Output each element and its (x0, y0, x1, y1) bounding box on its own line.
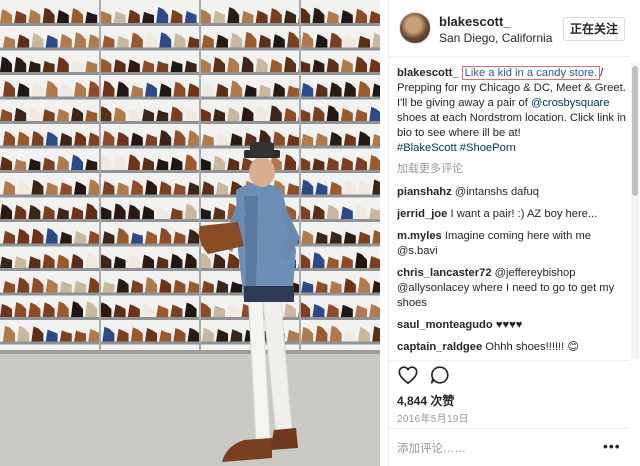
comment-username[interactable]: pianshahz (397, 186, 452, 198)
comment-username[interactable]: captain_raldgee (397, 341, 482, 353)
comments-feed[interactable]: blakescott_ Like a kid in a candy store.… (397, 66, 629, 356)
post-actions (397, 364, 629, 388)
scrollbar-thumb[interactable] (632, 66, 638, 196)
comments-list: pianshahz @intanshs dafuq jerrid_joe I wa… (397, 185, 629, 356)
comment-row: chris_lancaster72 @jeffereybishop @allys… (397, 266, 629, 311)
comment-row: m.myles Imagine coming here with me @s.b… (397, 229, 629, 259)
comment-row: captain_raldgee Ohhh shoes!!!!!! 😊 (397, 340, 629, 355)
comment-row: saul_monteagudo ♥♥♥♥ (397, 318, 629, 333)
comment-text: I want a pair! :) AZ boy here... (450, 208, 598, 220)
header-divider (389, 56, 629, 57)
actions-divider (389, 360, 629, 361)
comment-row: pianshahz @intanshs dafuq (397, 185, 629, 200)
shoe-wall-image (0, 0, 380, 466)
avatar[interactable] (399, 12, 431, 44)
following-button[interactable]: 正在关注 (563, 17, 625, 41)
comment-username[interactable]: chris_lancaster72 (397, 267, 492, 279)
load-more-comments[interactable]: 加载更多评论 (397, 162, 629, 177)
caption-hashtags[interactable]: #BlakeScott #ShoePorn (397, 142, 516, 154)
comment-icon[interactable] (429, 364, 451, 386)
caption-text-2: shoes at each Nordstrom location. Click … (397, 112, 626, 139)
post-photo[interactable] (0, 0, 380, 466)
comment-row: jerrid_joe I want a pair! :) AZ boy here… (397, 207, 629, 222)
post-location[interactable]: San Diego, California (439, 31, 552, 45)
comment-text: ♥♥♥♥ (495, 319, 523, 331)
caption-highlighted-phrase: Like a kid in a candy store. (461, 66, 601, 80)
likes-count[interactable]: 4,844 次赞 (397, 392, 454, 409)
comment-username[interactable]: saul_monteagudo (397, 319, 493, 331)
post-header: blakescott_ San Diego, California 正在关注 (389, 0, 640, 56)
footer-divider (389, 428, 629, 429)
comments-scrollbar[interactable] (631, 62, 639, 358)
post-date: 2016年5月19日 (397, 414, 469, 425)
comment-username[interactable]: m.myles (397, 230, 442, 242)
post-caption: blakescott_ Like a kid in a candy store.… (397, 66, 629, 156)
caption-mention[interactable]: @crosbysquare (531, 97, 610, 109)
comment-text: @intanshs dafuq (454, 186, 539, 198)
comment-text: Ohhh shoes!!!!!! 😊 (485, 341, 580, 353)
post-side-panel: blakescott_ San Diego, California 正在关注 b… (388, 0, 640, 466)
post-username[interactable]: blakescott_ (439, 14, 511, 29)
ellipsis-icon[interactable]: ••• (603, 438, 621, 454)
add-comment-input[interactable]: 添加评论…… (397, 440, 466, 456)
comment-username[interactable]: jerrid_joe (397, 208, 447, 220)
heart-icon[interactable] (397, 364, 419, 386)
caption-username[interactable]: blakescott_ (397, 67, 459, 79)
